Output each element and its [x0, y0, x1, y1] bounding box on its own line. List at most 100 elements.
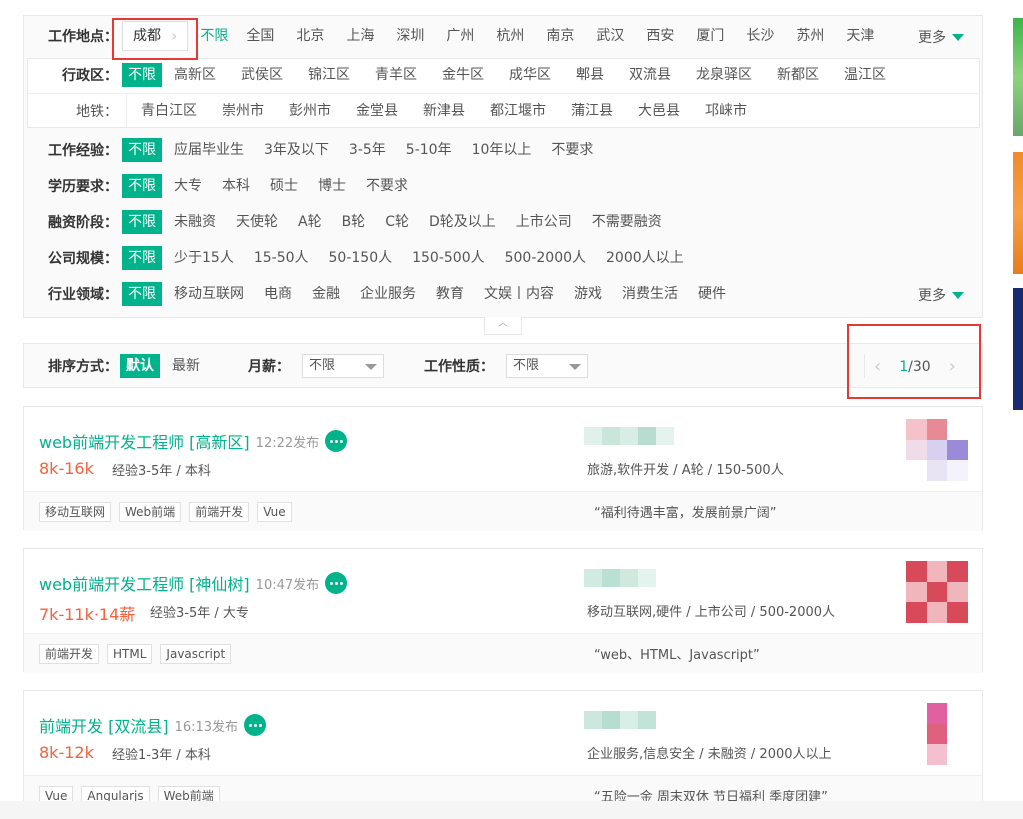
district-option[interactable]: 武侯区 [235, 63, 289, 87]
city-option[interactable]: 武汉 [590, 24, 630, 48]
district-option[interactable]: 龙泉驿区 [690, 63, 758, 87]
filter-option[interactable]: 不要求 [545, 138, 599, 162]
filter-option[interactable]: 3-5年 [343, 138, 392, 162]
district-option[interactable]: 温江区 [838, 63, 892, 87]
filter-option[interactable]: 3年及以下 [258, 138, 335, 162]
district-option[interactable]: 锦江区 [302, 63, 356, 87]
district-option[interactable]: 邛崃市 [699, 99, 753, 123]
city-option[interactable]: 南京 [540, 24, 580, 48]
sort-newest-option[interactable]: 最新 [166, 354, 206, 378]
chat-bubble-icon[interactable] [325, 430, 348, 452]
filter-option[interactable]: 50-150人 [323, 246, 399, 270]
job-title-link[interactable]: 前端开发 [双流县] [39, 713, 169, 737]
district-option[interactable]: 金牛区 [436, 63, 490, 87]
filter-all-option[interactable]: 不限 [122, 210, 162, 234]
city-option[interactable]: 长沙 [740, 24, 780, 48]
salary-select[interactable]: 不限 [302, 354, 384, 378]
city-option[interactable]: 天津 [840, 24, 880, 48]
filter-option[interactable]: 移动互联网 [168, 282, 250, 306]
district-option[interactable]: 大邑县 [632, 99, 686, 123]
company-name-blurred[interactable] [584, 569, 656, 587]
filter-option[interactable]: 10年以上 [466, 138, 538, 162]
filter-option[interactable]: 未融资 [168, 210, 222, 234]
sort-default-option[interactable]: 默认 [120, 354, 160, 378]
district-option[interactable]: 新都区 [771, 63, 825, 87]
filter-option[interactable]: 硕士 [264, 174, 304, 198]
filter-all-option[interactable]: 不限 [122, 282, 162, 306]
location-more-button[interactable]: 更多 [918, 27, 964, 47]
filter-option[interactable]: 博士 [312, 174, 352, 198]
industry-more-label: 更多 [918, 288, 946, 304]
district-option[interactable]: 高新区 [168, 63, 222, 87]
filter-option[interactable]: 少于15人 [168, 246, 240, 270]
filter-option[interactable]: A轮 [292, 210, 328, 234]
district-all-option[interactable]: 不限 [122, 63, 162, 87]
side-ad-image[interactable] [1013, 152, 1023, 274]
district-option[interactable]: 彭州市 [283, 99, 337, 123]
job-nature-select[interactable]: 不限 [506, 354, 588, 378]
chat-bubble-icon[interactable] [325, 572, 348, 594]
city-option[interactable]: 西安 [640, 24, 680, 48]
filter-option[interactable]: 15-50人 [248, 246, 315, 270]
district-option[interactable]: 青羊区 [369, 63, 423, 87]
job-title-link[interactable]: web前端开发工程师 [神仙树] [39, 571, 250, 595]
filter-all-option[interactable]: 不限 [122, 174, 162, 198]
side-ad-image[interactable] [1013, 288, 1023, 410]
district-option[interactable]: 双流县 [623, 63, 677, 87]
filter-option[interactable]: 应届毕业生 [168, 138, 250, 162]
industry-more-button[interactable]: 更多 [918, 285, 964, 305]
filter-option[interactable]: D轮及以上 [423, 210, 502, 234]
city-option[interactable]: 北京 [290, 24, 330, 48]
location-all-option[interactable]: 不限 [194, 24, 234, 48]
district-option[interactable]: 郫县 [570, 63, 610, 87]
filter-option[interactable]: 150-500人 [406, 246, 491, 270]
filter-option[interactable]: 不需要融资 [586, 210, 668, 234]
company-name-blurred[interactable] [584, 427, 674, 445]
filter-option[interactable]: 不要求 [360, 174, 414, 198]
district-option[interactable]: 成华区 [503, 63, 557, 87]
job-card[interactable]: 前端开发 [双流县] 16:13发布 8k-12k 经验1-3年 / 本科 企业服务,信… [23, 690, 983, 815]
filter-option[interactable]: 2000人以上 [600, 246, 690, 270]
filter-all-option[interactable]: 不限 [122, 246, 162, 270]
filter-option[interactable]: 天使轮 [230, 210, 284, 234]
job-card[interactable]: web前端开发工程师 [神仙树] 10:47发布 7k-11k·14薪 经验3-5年 … [23, 548, 983, 673]
city-option[interactable]: 全国 [240, 24, 280, 48]
filter-option[interactable]: C轮 [379, 210, 415, 234]
company-logo[interactable] [906, 419, 968, 481]
city-option[interactable]: 深圳 [390, 24, 430, 48]
filter-all-option[interactable]: 不限 [122, 138, 162, 162]
filter-option[interactable]: 5-10年 [400, 138, 458, 162]
filter-option[interactable]: 500-2000人 [499, 246, 592, 270]
filter-option[interactable]: 金融 [306, 282, 346, 306]
district-option[interactable]: 青白江区 [135, 99, 203, 123]
side-ad-image[interactable] [1013, 18, 1023, 136]
filter-option[interactable]: 电商 [258, 282, 298, 306]
city-option[interactable]: 苏州 [790, 24, 830, 48]
filter-option[interactable]: 企业服务 [354, 282, 422, 306]
filter-option[interactable]: 上市公司 [510, 210, 578, 234]
filter-option[interactable]: 游戏 [568, 282, 608, 306]
district-option[interactable]: 崇州市 [216, 99, 270, 123]
district-option[interactable]: 新津县 [417, 99, 471, 123]
filter-option[interactable]: 文娱丨内容 [478, 282, 560, 306]
company-logo[interactable] [906, 703, 968, 765]
city-option[interactable]: 厦门 [690, 24, 730, 48]
city-option[interactable]: 杭州 [490, 24, 530, 48]
filter-option[interactable]: 消费生活 [616, 282, 684, 306]
filter-option[interactable]: B轮 [336, 210, 372, 234]
filter-option[interactable]: 教育 [430, 282, 470, 306]
city-option[interactable]: 广州 [440, 24, 480, 48]
job-card[interactable]: web前端开发工程师 [高新区] 12:22发布 8k-16k 经验3-5年 / 本科… [23, 406, 983, 531]
district-option[interactable]: 都江堰市 [484, 99, 552, 123]
district-option[interactable]: 蒲江县 [565, 99, 619, 123]
chat-bubble-icon[interactable] [244, 714, 267, 736]
filter-option[interactable]: 本科 [216, 174, 256, 198]
job-title-link[interactable]: web前端开发工程师 [高新区] [39, 429, 250, 453]
company-logo[interactable] [906, 561, 968, 623]
filter-option[interactable]: 大专 [168, 174, 208, 198]
district-option[interactable]: 金堂县 [350, 99, 404, 123]
collapse-toggle[interactable]: ︿ [484, 317, 522, 335]
company-name-blurred[interactable] [584, 711, 656, 729]
city-option[interactable]: 上海 [340, 24, 380, 48]
filter-option[interactable]: 硬件 [692, 282, 732, 306]
